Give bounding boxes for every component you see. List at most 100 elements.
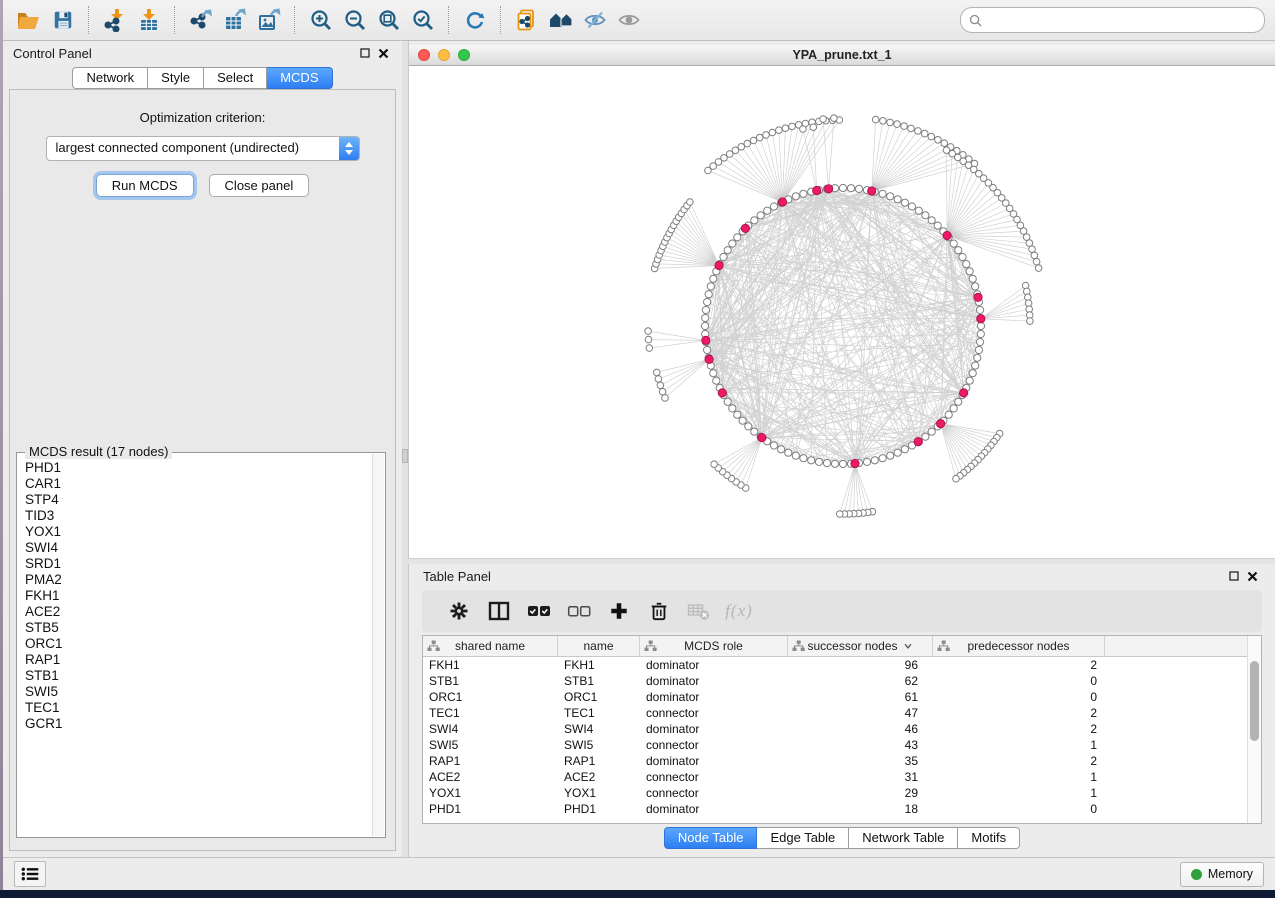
graph-satellite-node[interactable] (662, 395, 669, 402)
cell-predecessor-nodes[interactable]: 0 (933, 674, 1105, 688)
graph-satellite-node[interactable] (1029, 246, 1036, 253)
graph-node[interactable] (915, 207, 922, 214)
graph-satellite-node[interactable] (789, 123, 796, 130)
tab-select[interactable]: Select (204, 67, 267, 89)
function-builder-button[interactable]: f(x) (719, 596, 759, 626)
table-row[interactable]: YOX1YOX1connector291 (423, 785, 1261, 801)
graph-node[interactable] (901, 199, 908, 206)
cell-shared-name[interactable]: ORC1 (423, 690, 558, 704)
graph-satellite-node[interactable] (659, 388, 666, 395)
mcds-node-item[interactable]: SWI4 (25, 540, 372, 556)
graph-node[interactable] (966, 268, 973, 275)
graph-satellite-node[interactable] (928, 133, 935, 140)
graph-satellite-node[interactable] (887, 119, 894, 126)
hide-selected-button[interactable] (579, 5, 611, 35)
graph-node[interactable] (955, 398, 962, 405)
cell-name[interactable]: FKH1 (558, 658, 640, 672)
zoom-in-button[interactable] (305, 5, 337, 35)
mcds-node-item[interactable]: TEC1 (25, 700, 372, 716)
graph-node[interactable] (945, 411, 952, 418)
graph-node[interactable] (928, 217, 935, 224)
graph-node[interactable] (729, 240, 736, 247)
graph-satellite-node[interactable] (901, 123, 908, 130)
graph-satellite-node[interactable] (831, 115, 838, 122)
select-all-button[interactable] (519, 596, 559, 626)
graph-node[interactable] (963, 261, 970, 268)
import-table-button[interactable] (133, 5, 165, 35)
graph-satellite-node[interactable] (941, 140, 948, 147)
graph-satellite-node[interactable] (894, 121, 901, 128)
graph-satellite-node[interactable] (836, 511, 843, 518)
graph-node[interactable] (879, 190, 886, 197)
graph-satellite-node[interactable] (1027, 318, 1034, 325)
graph-mcds-node[interactable] (758, 434, 766, 442)
run-mcds-button[interactable]: Run MCDS (96, 174, 194, 197)
graph-mcds-node[interactable] (943, 231, 951, 239)
cell-name[interactable]: TEC1 (558, 706, 640, 720)
graph-node[interactable] (922, 433, 929, 440)
graph-satellite-node[interactable] (800, 126, 807, 133)
cell-shared-name[interactable]: RAP1 (423, 754, 558, 768)
refresh-button[interactable] (459, 5, 491, 35)
cell-name[interactable]: YOX1 (558, 786, 640, 800)
graph-satellite-node[interactable] (711, 461, 718, 468)
cell-successor-nodes[interactable]: 46 (788, 722, 933, 736)
mcds-node-item[interactable]: ORC1 (25, 636, 372, 652)
mcds-node-item[interactable]: PHD1 (25, 460, 372, 476)
column-header-predecessor-nodes[interactable]: predecessor nodes (933, 636, 1105, 656)
mcds-node-item[interactable]: GCR1 (25, 716, 372, 732)
table-row[interactable]: TEC1TEC1connector472 (423, 705, 1261, 721)
tab-style[interactable]: Style (148, 67, 204, 89)
graph-node[interactable] (745, 423, 752, 430)
graph-satellite-node[interactable] (645, 336, 652, 343)
graph-node[interactable] (894, 196, 901, 203)
table-row[interactable]: RAP1RAP1dominator352 (423, 753, 1261, 769)
network-window-titlebar[interactable]: YPA_prune.txt_1 (409, 45, 1275, 66)
task-history-button[interactable] (14, 861, 46, 887)
tab-network[interactable]: Network (72, 67, 148, 89)
cell-mcds-role[interactable]: dominator (640, 690, 788, 704)
graph-satellite-node[interactable] (880, 118, 887, 125)
graph-node[interactable] (887, 452, 894, 459)
graph-node[interactable] (734, 234, 741, 241)
optimization-select[interactable]: largest connected component (undirected) (46, 136, 360, 161)
search-input[interactable] (987, 12, 1256, 28)
graph-node[interactable] (972, 362, 979, 369)
delete-column-button[interactable] (639, 596, 679, 626)
column-header-name[interactable]: name (558, 636, 640, 656)
cell-name[interactable]: RAP1 (558, 754, 640, 768)
tab-network-table[interactable]: Network Table (849, 827, 958, 849)
graph-satellite-node[interactable] (645, 328, 652, 335)
graph-node[interactable] (770, 442, 777, 449)
graph-mcds-node[interactable] (715, 261, 723, 269)
tab-motifs[interactable]: Motifs (958, 827, 1020, 849)
graph-node[interactable] (808, 457, 815, 464)
mcds-node-item[interactable]: SWI5 (25, 684, 372, 700)
graph-satellite-node[interactable] (782, 125, 789, 132)
export-image-button[interactable] (253, 5, 285, 35)
mcds-node-item[interactable]: TID3 (25, 508, 372, 524)
column-header-successor-nodes[interactable]: successor nodes (788, 636, 933, 656)
cell-name[interactable]: PHD1 (558, 802, 640, 816)
graph-mcds-node[interactable] (914, 438, 922, 446)
graph-node[interactable] (757, 212, 764, 219)
graph-node[interactable] (871, 457, 878, 464)
graph-mcds-node[interactable] (813, 186, 821, 194)
graph-satellite-node[interactable] (935, 137, 942, 144)
cell-mcds-role[interactable]: connector (640, 770, 788, 784)
clone-network-button[interactable] (511, 5, 543, 35)
mcds-node-item[interactable]: CAR1 (25, 476, 372, 492)
graph-satellite-node[interactable] (744, 140, 751, 147)
graph-node[interactable] (977, 322, 984, 329)
column-header-shared-name[interactable]: shared name (423, 636, 558, 656)
cell-predecessor-nodes[interactable]: 1 (933, 738, 1105, 752)
graph-satellite-node[interactable] (1031, 252, 1038, 259)
graph-node[interactable] (972, 283, 979, 290)
close-panel-button[interactable]: Close panel (209, 174, 310, 197)
graph-node[interactable] (969, 275, 976, 282)
cell-name[interactable]: ACE2 (558, 770, 640, 784)
cell-predecessor-nodes[interactable]: 2 (933, 658, 1105, 672)
graph-node[interactable] (729, 405, 736, 412)
graph-node[interactable] (977, 330, 984, 337)
graph-mcds-node[interactable] (825, 185, 833, 193)
